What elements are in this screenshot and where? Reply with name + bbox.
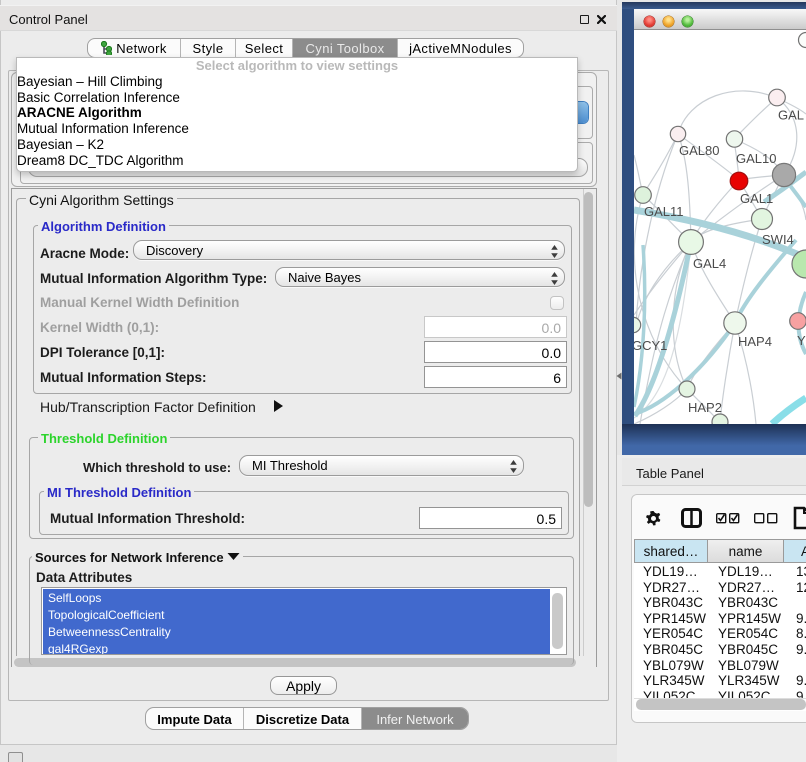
svg-text:Y: Y (797, 333, 806, 348)
svg-text:GAL4: GAL4 (693, 256, 726, 271)
svg-text:GAL: GAL (778, 108, 804, 123)
svg-text:GAL80: GAL80 (679, 143, 719, 158)
svg-text:GAL11: GAL11 (644, 204, 684, 219)
svg-text:HAP4: HAP4 (738, 334, 772, 349)
svg-text:GCY1: GCY1 (634, 338, 667, 353)
svg-text:GAL10: GAL10 (736, 151, 776, 166)
svg-text:SWI4: SWI4 (762, 232, 794, 247)
svg-text:GAL1: GAL1 (740, 191, 773, 206)
svg-text:HAP2: HAP2 (688, 400, 722, 415)
